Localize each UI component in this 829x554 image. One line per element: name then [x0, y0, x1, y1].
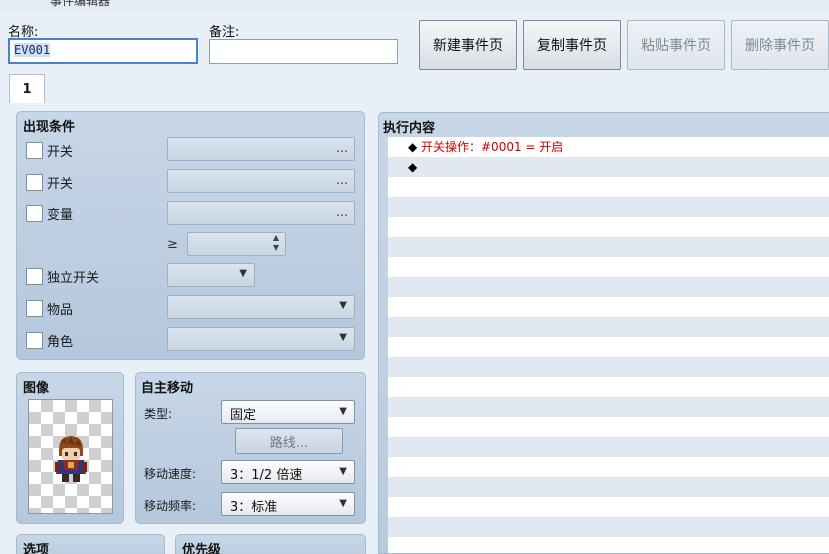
- move-type-dropdown[interactable]: 固定 ▼: [221, 400, 355, 424]
- empty-row: [388, 377, 829, 397]
- page-tab-bar: [0, 74, 829, 104]
- item-checkbox[interactable]: 物品: [26, 299, 73, 318]
- move-speed-value: 3：1/2 倍速: [230, 468, 303, 483]
- empty-row: [388, 277, 829, 297]
- empty-row: [388, 217, 829, 237]
- empty-row: [388, 337, 829, 357]
- empty-row: [388, 537, 829, 553]
- checkbox-icon: [26, 174, 43, 191]
- event-image-preview[interactable]: [28, 399, 113, 514]
- execution-content-panel: 执行内容 ◆ 开关操作：#0001 = 开启 ◆: [378, 112, 829, 554]
- variable-field[interactable]: …: [167, 201, 355, 225]
- empty-row: [388, 297, 829, 317]
- command-row[interactable]: ◆: [388, 157, 829, 177]
- move-speed-label: 移动速度:: [144, 467, 197, 481]
- copy-page-button[interactable]: 复制事件页: [523, 20, 621, 70]
- empty-row: [388, 357, 829, 377]
- empty-row: [388, 317, 829, 337]
- item-label: 物品: [47, 303, 74, 318]
- move-speed-dropdown[interactable]: 3：1/2 倍速 ▼: [221, 460, 355, 484]
- move-frequency-label: 移动频率:: [144, 499, 197, 513]
- name-value: EV001: [14, 43, 51, 57]
- ellipsis-icon: …: [336, 141, 348, 155]
- variable-checkbox[interactable]: 变量: [26, 204, 73, 223]
- move-frequency-dropdown[interactable]: 3：标准 ▼: [221, 492, 355, 516]
- autonomous-movement-panel: 自主移动 类型: 固定 ▼ 路线... 移动速度: 3：1/2 倍速 ▼ 移动频…: [135, 372, 366, 524]
- switch2-label: 开关: [47, 177, 74, 192]
- empty-row: [388, 417, 829, 437]
- actor-dropdown[interactable]: ▼: [167, 327, 355, 351]
- chevron-down-icon: ▼: [339, 300, 347, 311]
- switch1-field[interactable]: …: [167, 137, 355, 161]
- chevron-down-icon: ▼: [339, 332, 347, 343]
- conditions-panel: 出现条件 开关 … 开关 … 变量 … ≥ ▲▼ 独立开关 ▼ 物品 ▼ 角色: [16, 111, 365, 360]
- note-input[interactable]: [209, 39, 398, 64]
- switch2-checkbox[interactable]: 开关: [26, 173, 73, 192]
- chevron-down-icon: ▼: [339, 406, 347, 417]
- note-label: 备注:: [209, 25, 240, 40]
- empty-row: [388, 477, 829, 497]
- chevron-down-icon: ▼: [239, 268, 247, 279]
- command-row[interactable]: ◆ 开关操作：#0001 = 开启: [388, 137, 829, 157]
- window-title: 事件编辑器: [50, 0, 111, 8]
- self-switch-checkbox[interactable]: 独立开关: [26, 267, 99, 286]
- image-panel: 图像: [16, 372, 124, 524]
- options-panel: 选项: [16, 534, 165, 554]
- empty-row: [388, 457, 829, 477]
- conditions-title: 出现条件: [23, 120, 76, 135]
- bullet-icon: ◆: [408, 160, 418, 174]
- checkbox-icon: [26, 142, 43, 159]
- variable-label: 变量: [47, 208, 74, 223]
- name-input[interactable]: EV001: [8, 38, 198, 64]
- self-switch-label: 独立开关: [47, 271, 100, 286]
- switch1-checkbox[interactable]: 开关: [26, 141, 73, 160]
- empty-row: [388, 397, 829, 417]
- delete-page-button[interactable]: 删除事件页: [731, 20, 829, 70]
- switch2-field[interactable]: …: [167, 169, 355, 193]
- empty-row: [388, 257, 829, 277]
- switch1-label: 开关: [47, 145, 74, 160]
- empty-row: [388, 437, 829, 457]
- chevron-down-icon: ▼: [339, 466, 347, 477]
- image-title: 图像: [23, 381, 50, 396]
- execution-title: 执行内容: [383, 121, 436, 136]
- actor-label: 角色: [47, 335, 74, 350]
- move-type-label: 类型:: [144, 407, 173, 421]
- ellipsis-icon: …: [336, 173, 348, 187]
- checkbox-icon: [26, 205, 43, 222]
- move-route-button[interactable]: 路线...: [235, 428, 343, 454]
- spinner-icon[interactable]: ▲ ▼: [273, 233, 279, 253]
- checkbox-icon: [26, 300, 43, 317]
- priority-title: 优先级: [182, 543, 222, 554]
- checkbox-icon: [26, 332, 43, 349]
- move-type-value: 固定: [230, 408, 257, 423]
- empty-row: [388, 177, 829, 197]
- chevron-down-icon: ▼: [339, 498, 347, 509]
- move-frequency-value: 3：标准: [230, 500, 278, 515]
- empty-row: [388, 197, 829, 217]
- ellipsis-icon: …: [336, 205, 348, 219]
- priority-panel: 优先级: [175, 534, 366, 554]
- character-sprite: [55, 436, 87, 482]
- command-text: 开关操作：#0001 = 开启: [421, 140, 564, 154]
- variable-value-spinner[interactable]: ▲ ▼: [187, 232, 286, 256]
- empty-row: [388, 517, 829, 537]
- checkbox-icon: [26, 268, 43, 285]
- command-list[interactable]: ◆ 开关操作：#0001 = 开启 ◆: [388, 137, 829, 553]
- paste-page-button[interactable]: 粘贴事件页: [627, 20, 725, 70]
- self-switch-dropdown[interactable]: ▼: [167, 263, 255, 287]
- item-dropdown[interactable]: ▼: [167, 295, 355, 319]
- new-page-button[interactable]: 新建事件页: [419, 20, 517, 70]
- empty-row: [388, 497, 829, 517]
- actor-checkbox[interactable]: 角色: [26, 331, 73, 350]
- options-title: 选项: [23, 543, 50, 554]
- autonomous-title: 自主移动: [141, 381, 194, 396]
- gte-symbol: ≥: [167, 237, 178, 252]
- bullet-icon: ◆: [408, 140, 418, 154]
- empty-row: [388, 237, 829, 257]
- window-title-bar: 事件编辑器: [0, 0, 829, 12]
- tab-page-1[interactable]: 1: [9, 74, 45, 104]
